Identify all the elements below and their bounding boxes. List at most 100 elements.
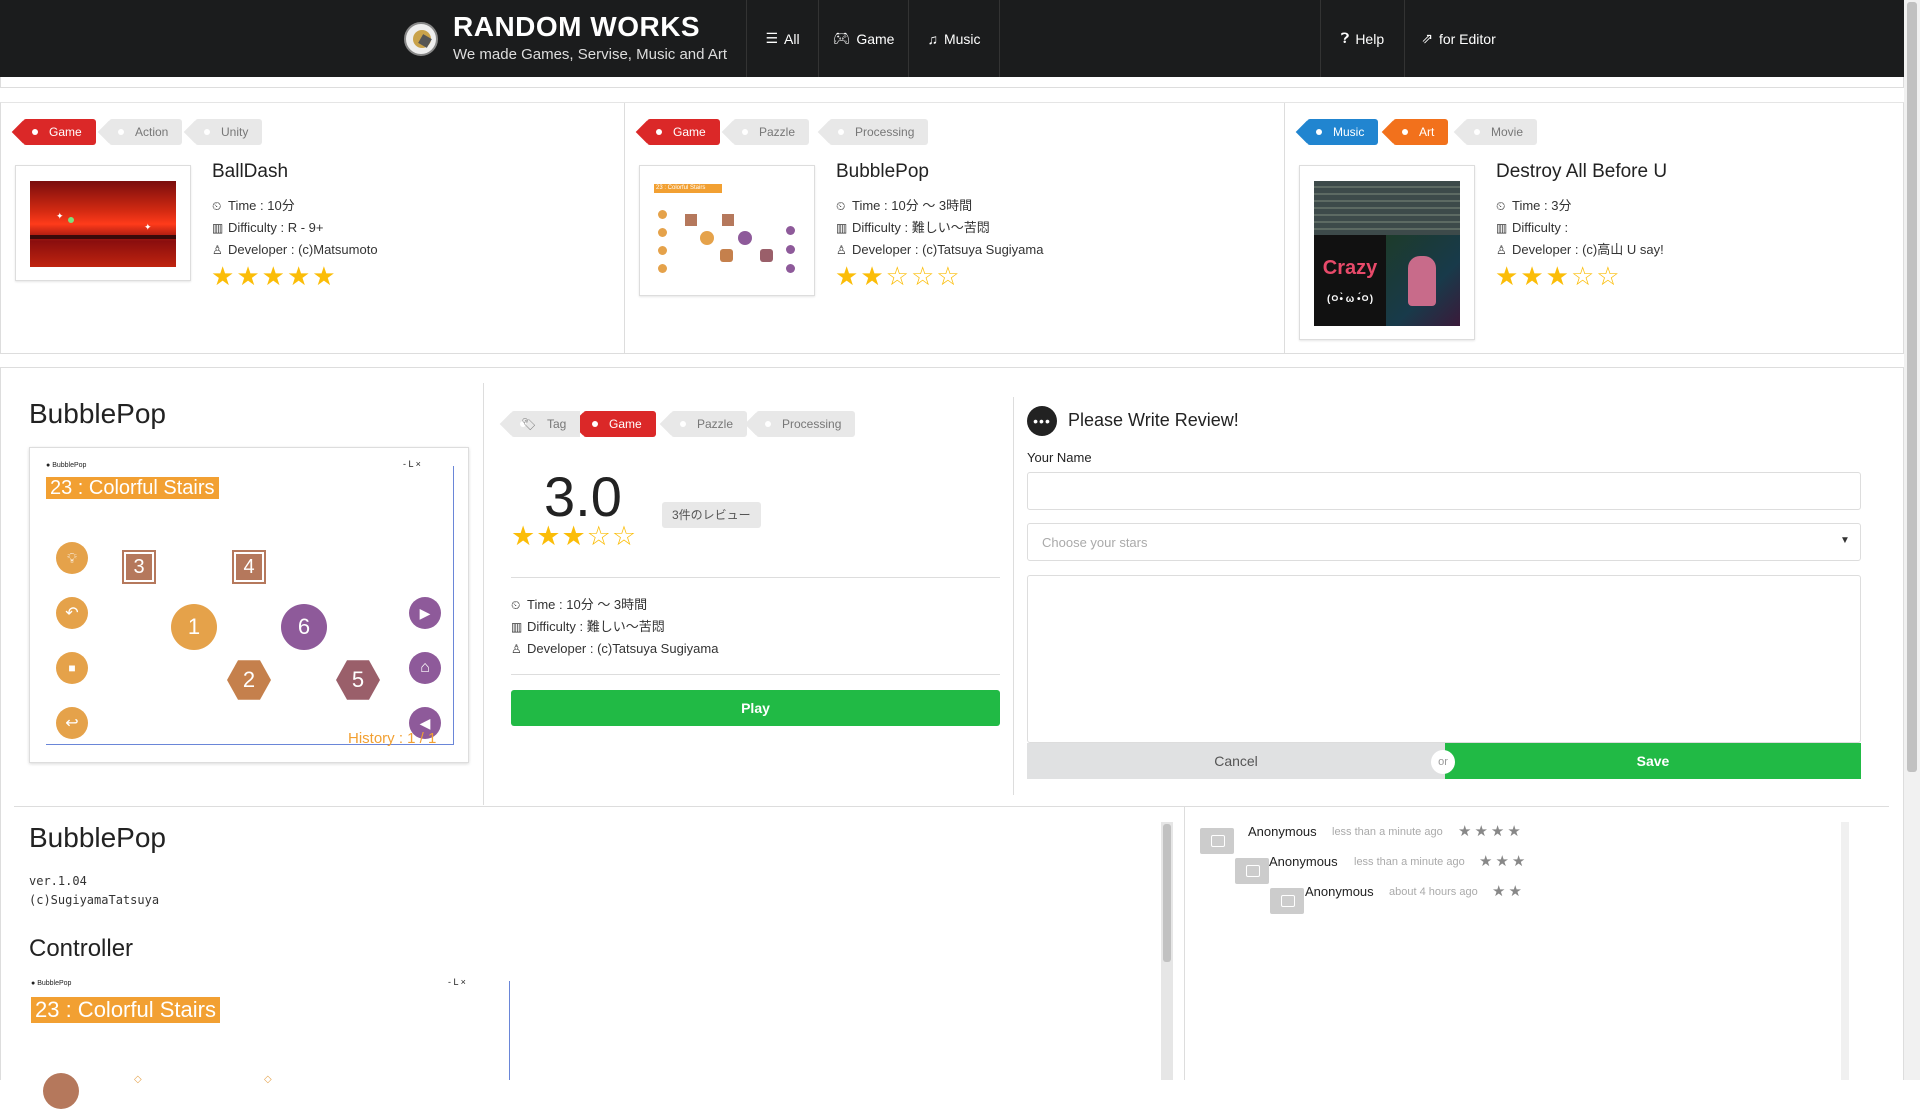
back-arrow-icon[interactable]: ↩ bbox=[56, 707, 88, 739]
tag-processing[interactable]: Processing bbox=[756, 411, 856, 437]
controller-button[interactable] bbox=[43, 1073, 79, 1109]
star-icon: ★ bbox=[211, 261, 237, 291]
cancel-button[interactable]: Cancel bbox=[1027, 743, 1445, 779]
lightbulb-icon[interactable]: 💡︎ bbox=[56, 542, 88, 574]
card-bubblepop[interactable]: Game Pazzle Processing 23 : Colorful Sta… bbox=[625, 103, 1285, 353]
home-icon[interactable]: ⌂ bbox=[409, 652, 441, 684]
game-preview[interactable]: ● BubblePop - L × 23 : Colorful Stairs 💡… bbox=[29, 447, 469, 763]
card-title[interactable]: Destroy All Before U bbox=[1496, 161, 1667, 183]
card-title[interactable]: BallDash bbox=[212, 161, 288, 183]
tag-music[interactable]: Music bbox=[1307, 119, 1379, 145]
star-icon: ★ bbox=[860, 261, 886, 291]
name-input[interactable] bbox=[1027, 472, 1861, 510]
avatar-icon bbox=[1200, 828, 1234, 854]
tag-unity[interactable]: Unity bbox=[195, 119, 263, 145]
nav-game[interactable]: 🎮︎ Game bbox=[818, 0, 908, 77]
hex-5[interactable]: 5 bbox=[336, 660, 380, 700]
hex-2[interactable]: 2 bbox=[227, 660, 271, 700]
clock-icon: ⏲ bbox=[212, 199, 222, 213]
card-meta: ⏲ Time : 3分 ▥ Difficulty : ♙ Developer : (c… bbox=[1496, 195, 1664, 261]
question-circle-icon: ❓︎ bbox=[1340, 30, 1350, 46]
stars-select[interactable]: Choose your stars ▼ bbox=[1027, 523, 1861, 561]
balldash-thumbnail[interactable]: ✦ ✦ bbox=[15, 165, 191, 281]
undo-icon[interactable]: ↶ bbox=[56, 597, 88, 629]
avatar-icon bbox=[1235, 858, 1269, 884]
tag-game[interactable]: Game bbox=[583, 411, 656, 437]
nav-all[interactable]: ☰ All bbox=[746, 0, 818, 77]
tag-processing[interactable]: Processing bbox=[829, 119, 929, 145]
or-divider: or bbox=[1431, 750, 1455, 774]
stars-select-placeholder: Choose your stars bbox=[1042, 535, 1148, 550]
tag-movie[interactable]: Movie bbox=[1465, 119, 1538, 145]
card-developer: Developer : (c)Matsumoto bbox=[228, 242, 378, 257]
star-icon: ★ bbox=[312, 261, 338, 291]
detail-meta: ⏲ Time : 10分 〜 3時間 ▥ Difficulty : 難しい〜苦悶 ♙… bbox=[511, 594, 718, 660]
detail-difficulty: Difficulty : 難しい〜苦悶 bbox=[527, 619, 665, 634]
comments-icon: ••• bbox=[1027, 406, 1057, 436]
bubble-6[interactable]: 6 bbox=[281, 604, 327, 650]
detail-rating: ★★★☆☆ bbox=[511, 521, 638, 551]
card-developer: Developer : (c)Tatsuya Sugiyama bbox=[852, 242, 1044, 257]
card-title[interactable]: BubblePop bbox=[836, 161, 929, 183]
tag-game[interactable]: Game bbox=[647, 119, 720, 145]
external-link-icon: ⇗ bbox=[1421, 30, 1433, 46]
tag-action[interactable]: Action bbox=[109, 119, 183, 145]
block-4[interactable]: 4 bbox=[232, 550, 266, 584]
stop-icon[interactable]: ■ bbox=[56, 652, 88, 684]
bar-chart-icon: ▥ bbox=[511, 620, 523, 634]
controller-window-controls[interactable]: - L × bbox=[448, 977, 466, 987]
card-time: Time : 3分 bbox=[1512, 198, 1572, 213]
brand-title[interactable]: RANDOM WORKS bbox=[453, 11, 700, 43]
gamepad-icon: 🎮︎ bbox=[832, 30, 851, 46]
tag-art[interactable]: Art bbox=[1393, 119, 1449, 145]
detail-time: Time : 10分 〜 3時間 bbox=[527, 597, 648, 612]
nav-all-label: All bbox=[784, 30, 800, 47]
comment-stars: ★★ bbox=[1492, 883, 1525, 900]
card-meta: ⏲ Time : 10分 〜 3時間 ▥ Difficulty : 難しい〜苦悶 ♙… bbox=[836, 195, 1043, 261]
game-window-controls[interactable]: - L × bbox=[403, 459, 421, 469]
info-title: BubblePop bbox=[29, 822, 167, 853]
comment-time: less than a minute ago bbox=[1354, 856, 1465, 868]
review-textarea[interactable] bbox=[1027, 575, 1861, 743]
nav-help[interactable]: ❓︎ Help bbox=[1320, 0, 1404, 77]
star-icon: ★ bbox=[236, 261, 262, 291]
divider bbox=[1184, 806, 1185, 1080]
version-info: ver.1.04 (c)SugiyamaTatsuya bbox=[29, 872, 159, 910]
tag-game[interactable]: Game bbox=[23, 119, 96, 145]
thumb-face: (ㅇ•̀ ω •́ㅇ) bbox=[1326, 293, 1374, 305]
bubble-1[interactable]: 1 bbox=[171, 604, 217, 650]
comment-author[interactable]: Anonymous bbox=[1305, 884, 1374, 899]
list-icon: ☰ bbox=[765, 30, 778, 46]
star-outline-icon: ☆ bbox=[611, 521, 638, 551]
clock-icon: ⏲ bbox=[511, 598, 521, 612]
score-value: 3.0 bbox=[544, 465, 622, 528]
logo-icon[interactable] bbox=[404, 22, 438, 56]
divider bbox=[1013, 397, 1014, 795]
play-button[interactable]: Play bbox=[511, 690, 1000, 726]
comment-author[interactable]: Anonymous bbox=[1269, 854, 1338, 869]
bar-chart-icon: ▥ bbox=[836, 221, 848, 235]
comments-scrollbar[interactable] bbox=[1841, 822, 1849, 1080]
star-icon: ★ bbox=[1495, 261, 1521, 291]
star-icon: ★ bbox=[261, 261, 287, 291]
block-3[interactable]: 3 bbox=[122, 550, 156, 584]
card-destroy-all-before-u[interactable]: Music Art Movie Crazy (ㅇ•̀ ω •́ㅇ) Destro… bbox=[1285, 103, 1905, 353]
info-scrollbar-thumb[interactable] bbox=[1163, 824, 1171, 962]
page-scrollbar-thumb[interactable] bbox=[1907, 2, 1917, 772]
tag-pazzle[interactable]: Pazzle bbox=[733, 119, 810, 145]
bubblepop-thumbnail[interactable]: 23 : Colorful Stairs bbox=[639, 165, 815, 296]
play-icon[interactable]: ▶ bbox=[409, 597, 441, 629]
top-navbar: RANDOM WORKS We made Games, Servise, Mus… bbox=[0, 0, 1904, 77]
nav-music[interactable]: ♫ Music bbox=[908, 0, 1000, 77]
destroy-thumbnail[interactable]: Crazy (ㅇ•̀ ω •́ㅇ) bbox=[1299, 165, 1475, 340]
card-balldash[interactable]: Game Action Unity ✦ ✦ BallDash ⏲ Time : 1… bbox=[1, 103, 625, 353]
tag-pazzle[interactable]: Pazzle bbox=[671, 411, 748, 437]
comment-author[interactable]: Anonymous bbox=[1248, 824, 1317, 839]
nav-for-editor[interactable]: ⇗ for Editor bbox=[1404, 0, 1512, 77]
tags-icon: 🏷︎ bbox=[521, 417, 537, 431]
level-header: 23 : Colorful Stairs bbox=[46, 477, 219, 499]
card-difficulty: Difficulty : bbox=[1512, 220, 1569, 235]
save-button[interactable]: Save bbox=[1445, 743, 1861, 779]
star-icon: ★ bbox=[511, 521, 537, 551]
music-icon: ♫ bbox=[927, 30, 938, 47]
